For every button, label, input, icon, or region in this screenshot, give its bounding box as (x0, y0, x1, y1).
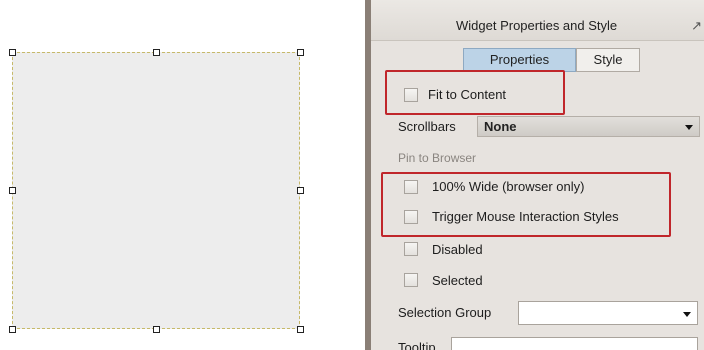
tooltip-input[interactable] (451, 337, 698, 350)
selection-group-label: Selection Group (398, 305, 492, 320)
resize-handle-middle-right[interactable] (297, 187, 304, 194)
resize-handle-bottom-left[interactable] (9, 326, 16, 333)
resize-handle-top-left[interactable] (9, 49, 16, 56)
disabled-checkbox[interactable] (404, 242, 418, 256)
widget-properties-panel: Widget Properties and Style ↗ Properties… (365, 0, 704, 350)
resize-handle-top-center[interactable] (153, 49, 160, 56)
highlight-box (385, 70, 565, 115)
disabled-label: Disabled (432, 242, 483, 257)
resize-handle-bottom-right[interactable] (297, 326, 304, 333)
scrollbars-value: None (484, 119, 517, 134)
selected-label: Selected (432, 273, 483, 288)
scrollbars-label: Scrollbars (398, 119, 456, 134)
pin-icon[interactable]: ↗ (691, 18, 702, 34)
panel-title: Widget Properties and Style (456, 18, 618, 33)
selection-group-dropdown[interactable] (518, 301, 698, 325)
selected-checkbox[interactable] (404, 273, 418, 287)
scrollbars-dropdown[interactable]: None (477, 116, 700, 137)
resize-handle-bottom-center[interactable] (153, 326, 160, 333)
panel-title-bar: Widget Properties and Style ↗ (371, 0, 704, 41)
tab-style[interactable]: Style (576, 48, 640, 72)
chevron-down-icon (683, 312, 691, 317)
design-canvas[interactable] (0, 0, 365, 350)
resize-handle-top-right[interactable] (297, 49, 304, 56)
tooltip-label: Tooltip (398, 340, 436, 350)
tab-properties[interactable]: Properties (463, 48, 576, 72)
highlight-box (381, 172, 671, 237)
chevron-down-icon (685, 125, 693, 130)
pin-to-browser-label: Pin to Browser (398, 151, 477, 165)
selected-widget[interactable] (12, 52, 300, 329)
resize-handle-middle-left[interactable] (9, 187, 16, 194)
